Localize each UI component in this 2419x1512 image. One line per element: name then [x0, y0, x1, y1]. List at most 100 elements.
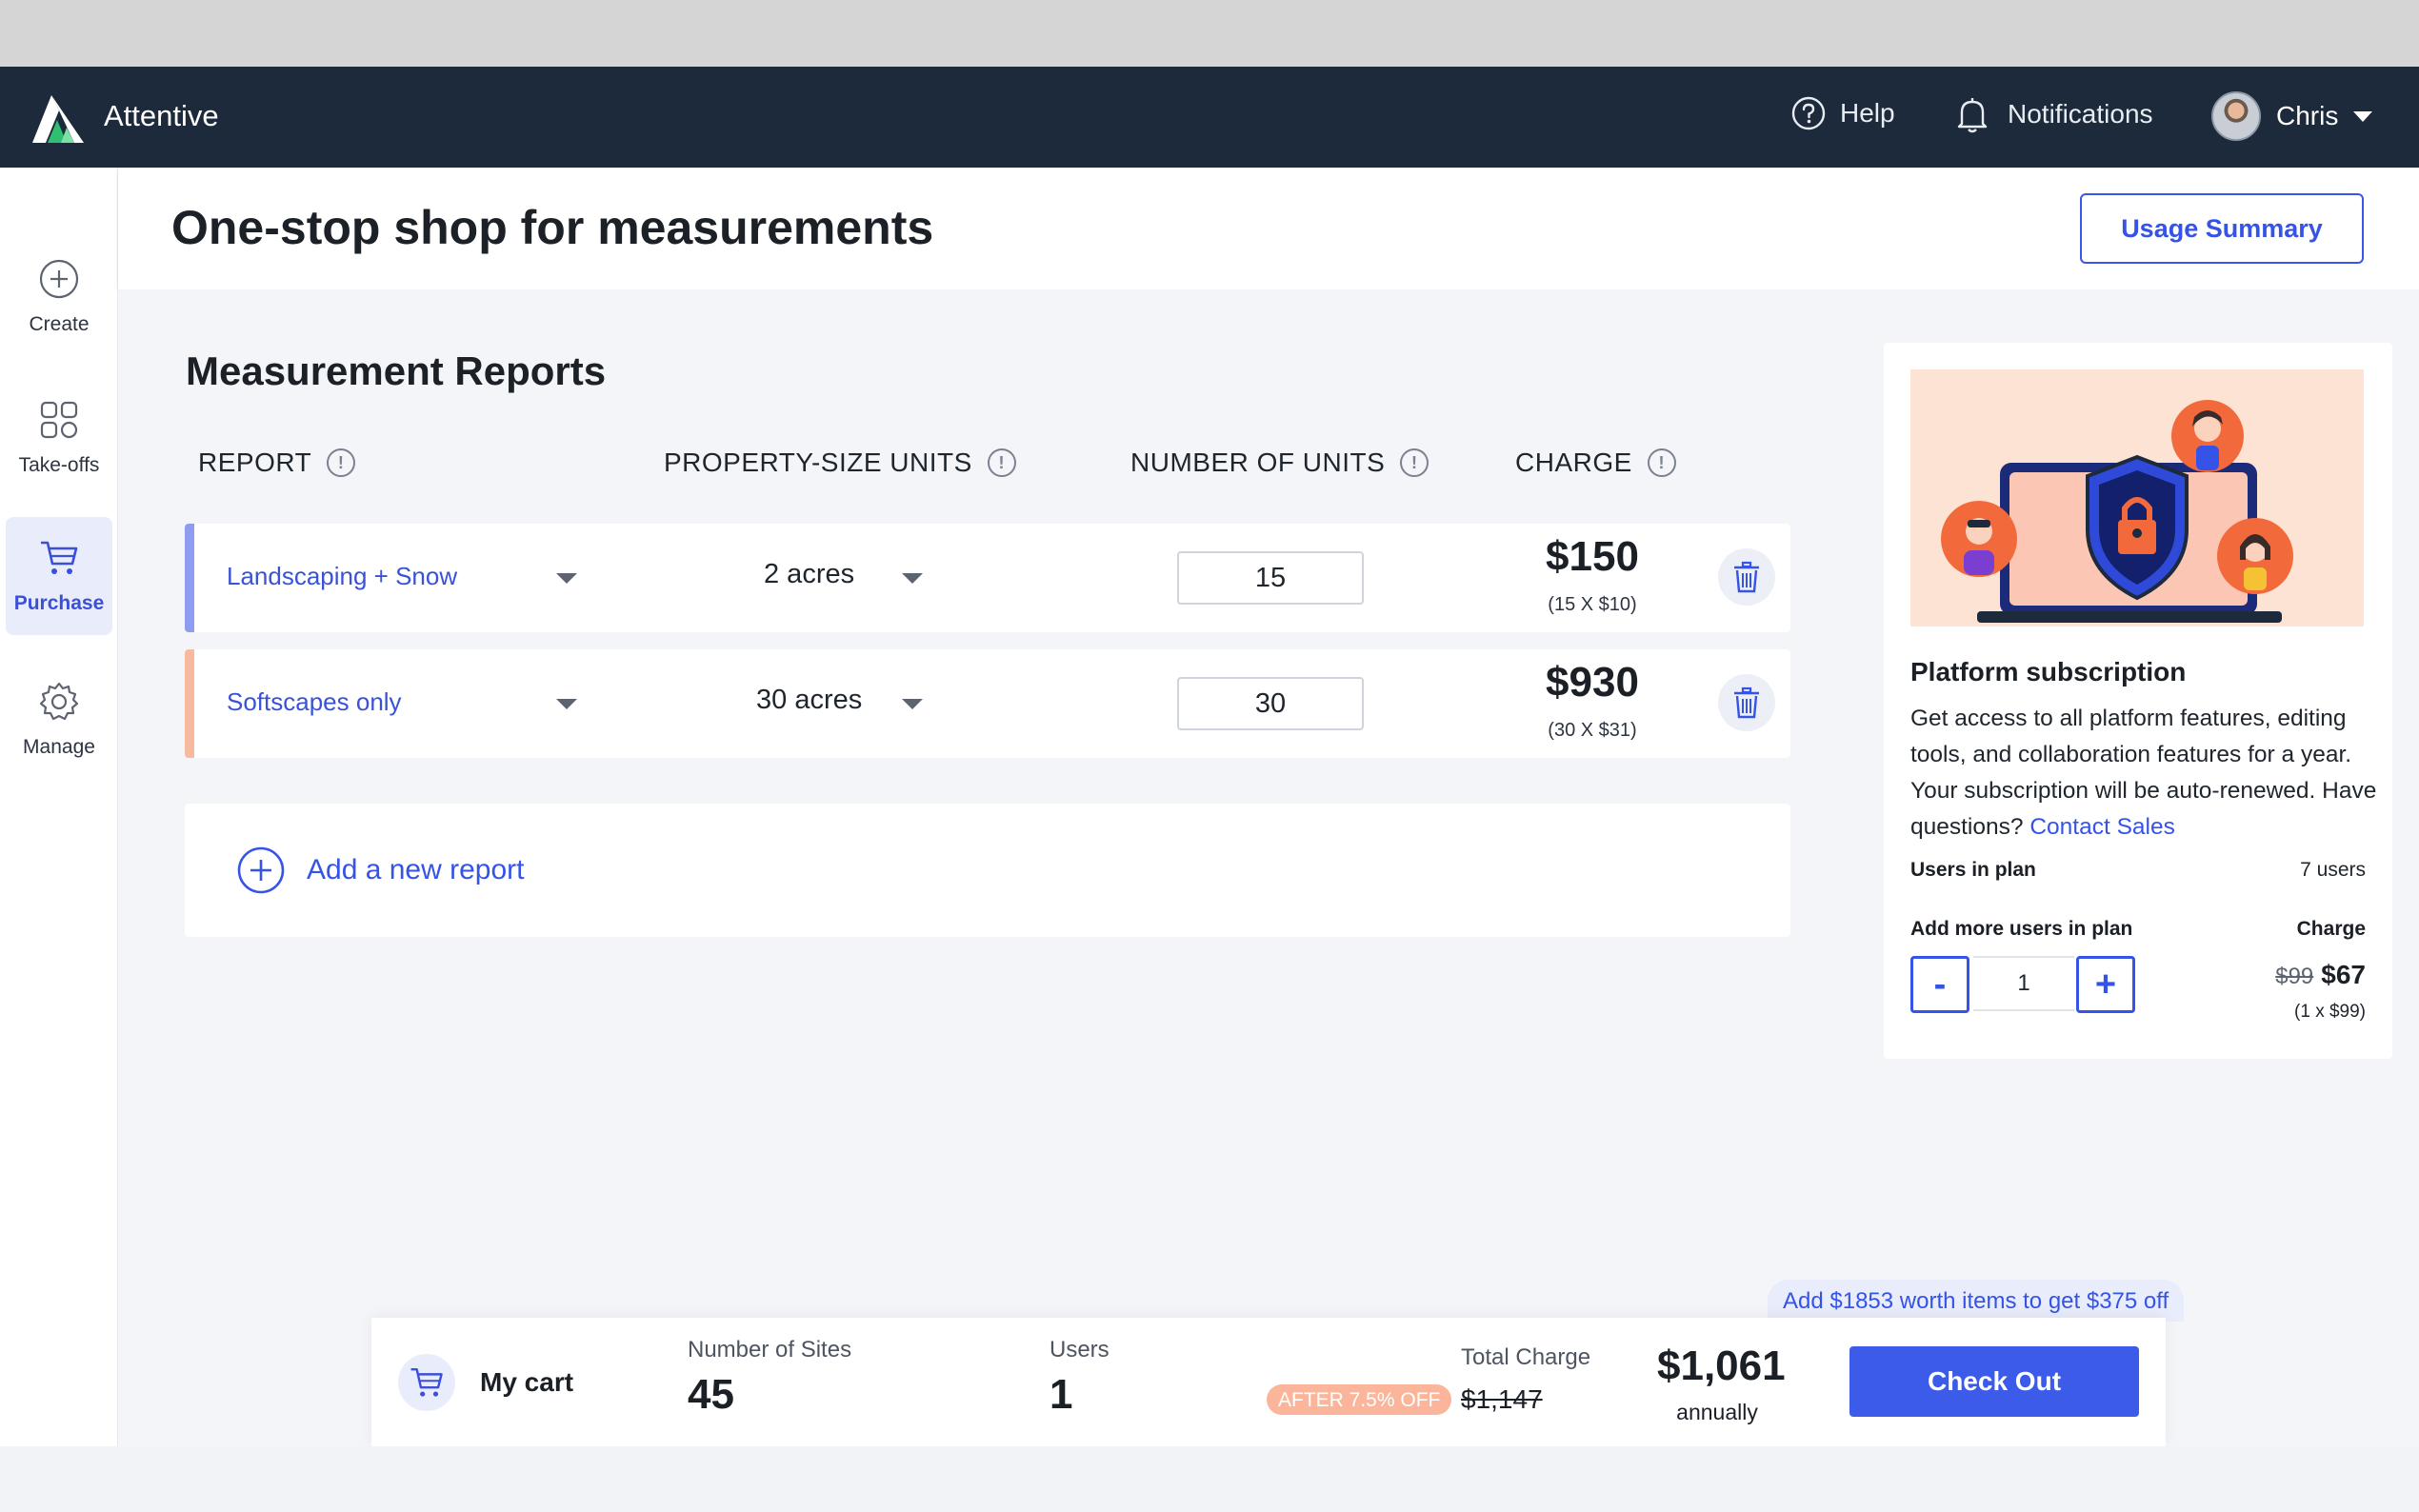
- info-icon[interactable]: !: [987, 448, 1016, 477]
- help-link[interactable]: Help: [1790, 95, 1895, 131]
- column-header-number-of-units: NUMBER OF UNITS !: [1130, 448, 1429, 478]
- charge-amount: $930: [1546, 659, 1639, 706]
- users-in-plan-label: Users in plan: [1910, 859, 2036, 881]
- sites-count: 45: [688, 1371, 734, 1418]
- old-user-price: $99: [2275, 964, 2314, 989]
- column-label: REPORT: [198, 448, 312, 477]
- chevron-down-icon[interactable]: [902, 699, 923, 709]
- chevron-down-icon[interactable]: [902, 573, 923, 584]
- charge-breakdown: (15 X $10): [1548, 594, 1637, 615]
- property-size-select[interactable]: 2 acres: [764, 559, 854, 590]
- column-label: PROPERTY-SIZE UNITS: [664, 448, 972, 477]
- help-icon: [1791, 96, 1826, 130]
- add-report-button[interactable]: Add a new report: [236, 846, 524, 895]
- sidebar-item-label: Take-offs: [18, 454, 100, 476]
- discount-hint-banner: Add $1853 worth items to get $375 off: [1768, 1280, 2185, 1322]
- section-title: Measurement Reports: [186, 348, 607, 393]
- sidebar: Create Take-offs Purchase Manage: [0, 168, 118, 1446]
- sites-label: Number of Sites: [688, 1337, 852, 1363]
- chevron-down-icon[interactable]: [556, 573, 577, 584]
- bell-icon: [1957, 98, 1988, 133]
- increment-users-button[interactable]: +: [2076, 956, 2135, 1013]
- add-report-label: Add a new report: [307, 854, 525, 885]
- charge-label: Charge: [2296, 918, 2366, 940]
- report-row: Landscaping + Snow 2 acres $150 (15 X $1…: [185, 524, 1790, 632]
- charge-amount: $150: [1546, 533, 1639, 580]
- report-row: Softscapes only 30 acres $930 (30 X $31): [185, 649, 1790, 758]
- add-users-label: Add more users in plan: [1910, 918, 2133, 940]
- column-header-report: REPORT !: [198, 448, 356, 478]
- info-icon[interactable]: !: [1647, 448, 1676, 477]
- plus-circle-icon: [39, 259, 79, 299]
- new-user-price: $67: [2321, 960, 2366, 989]
- info-icon[interactable]: !: [327, 448, 356, 477]
- info-icon[interactable]: !: [1400, 448, 1429, 477]
- sidebar-item-manage[interactable]: Manage: [6, 661, 112, 779]
- sidebar-item-label: Purchase: [13, 592, 105, 614]
- user-price-breakdown: (1 x $99): [2294, 1002, 2366, 1022]
- cart-bar: My cart Number of Sites 45 Users 1 AFTER…: [371, 1318, 2166, 1446]
- checkout-button[interactable]: Check Out: [1849, 1346, 2139, 1417]
- total-amount: $1,061: [1657, 1343, 1786, 1389]
- grid-icon: [40, 401, 78, 439]
- add-report-panel: Add a new report: [185, 804, 1790, 937]
- cart-icon-badge: [398, 1354, 455, 1411]
- users-label: Users: [1050, 1337, 1110, 1363]
- column-header-property-size: PROPERTY-SIZE UNITS !: [664, 448, 1016, 478]
- notifications-link[interactable]: Notifications: [1956, 95, 2153, 133]
- page-title: One-stop shop for measurements: [171, 201, 934, 254]
- security-illustration: [1910, 369, 2364, 627]
- page-bottom-edge: [0, 1446, 2419, 1512]
- contact-sales-link[interactable]: Contact Sales: [2029, 814, 2175, 840]
- property-size-select[interactable]: 30 acres: [756, 685, 862, 716]
- units-input[interactable]: [1177, 677, 1364, 730]
- help-label: Help: [1840, 98, 1895, 128]
- trash-icon: [1734, 686, 1759, 719]
- delete-report-button[interactable]: [1718, 548, 1775, 606]
- subscription-title: Platform subscription: [1910, 657, 2187, 686]
- sidebar-item-create[interactable]: Create: [6, 238, 112, 356]
- user-menu[interactable]: Chris: [2211, 91, 2373, 141]
- cart-icon: [410, 1367, 443, 1397]
- attentive-logo-icon[interactable]: [29, 90, 88, 143]
- avatar: [2211, 91, 2261, 141]
- units-input[interactable]: [1177, 551, 1364, 605]
- cart-icon: [41, 541, 78, 574]
- row-accent-bar: [185, 524, 194, 632]
- subscription-card: Platform subscription Get access to all …: [1884, 343, 2392, 1059]
- billing-period: annually: [1676, 1400, 1758, 1424]
- column-label: CHARGE: [1515, 448, 1632, 477]
- charge-breakdown: (30 X $31): [1548, 720, 1637, 741]
- plus-circle-icon: [237, 846, 285, 894]
- column-label: NUMBER OF UNITS: [1130, 448, 1386, 477]
- laptop-shield-illustration-icon: [1941, 400, 2293, 623]
- total-charge-label: Total Charge: [1461, 1344, 1591, 1370]
- sidebar-item-label: Manage: [23, 736, 95, 758]
- row-accent-bar: [185, 649, 194, 758]
- browser-top-strip: [0, 0, 2419, 67]
- subscription-description: Get access to all platform features, edi…: [1910, 701, 2377, 846]
- users-in-plan-value: 7 users: [2300, 859, 2366, 881]
- user-name: Chris: [2276, 101, 2339, 130]
- gear-icon: [39, 682, 79, 721]
- decrement-users-button[interactable]: -: [1910, 956, 1969, 1013]
- trash-icon: [1734, 561, 1759, 593]
- sidebar-item-take-offs[interactable]: Take-offs: [6, 379, 112, 497]
- report-type-select[interactable]: Softscapes only: [227, 687, 402, 717]
- chevron-down-icon: [2353, 110, 2373, 122]
- sidebar-item-purchase[interactable]: Purchase: [6, 517, 112, 635]
- delete-report-button[interactable]: [1718, 674, 1775, 731]
- report-type-select[interactable]: Landscaping + Snow: [227, 562, 457, 591]
- brand-name[interactable]: Attentive: [104, 99, 219, 133]
- notifications-label: Notifications: [2008, 99, 2153, 129]
- sidebar-item-label: Create: [29, 313, 90, 335]
- usage-summary-button[interactable]: Usage Summary: [2080, 193, 2364, 264]
- user-price: $99 $67: [2275, 960, 2366, 990]
- column-header-charge: CHARGE !: [1515, 448, 1676, 478]
- users-count: 1: [1050, 1371, 1073, 1418]
- chevron-down-icon[interactable]: [556, 699, 577, 709]
- old-total: $1,147: [1461, 1384, 1543, 1414]
- users-quantity-input[interactable]: 1: [1973, 956, 2074, 1011]
- top-navbar: Attentive Help Notifications Chris: [0, 67, 2419, 168]
- cart-title: My cart: [480, 1367, 574, 1397]
